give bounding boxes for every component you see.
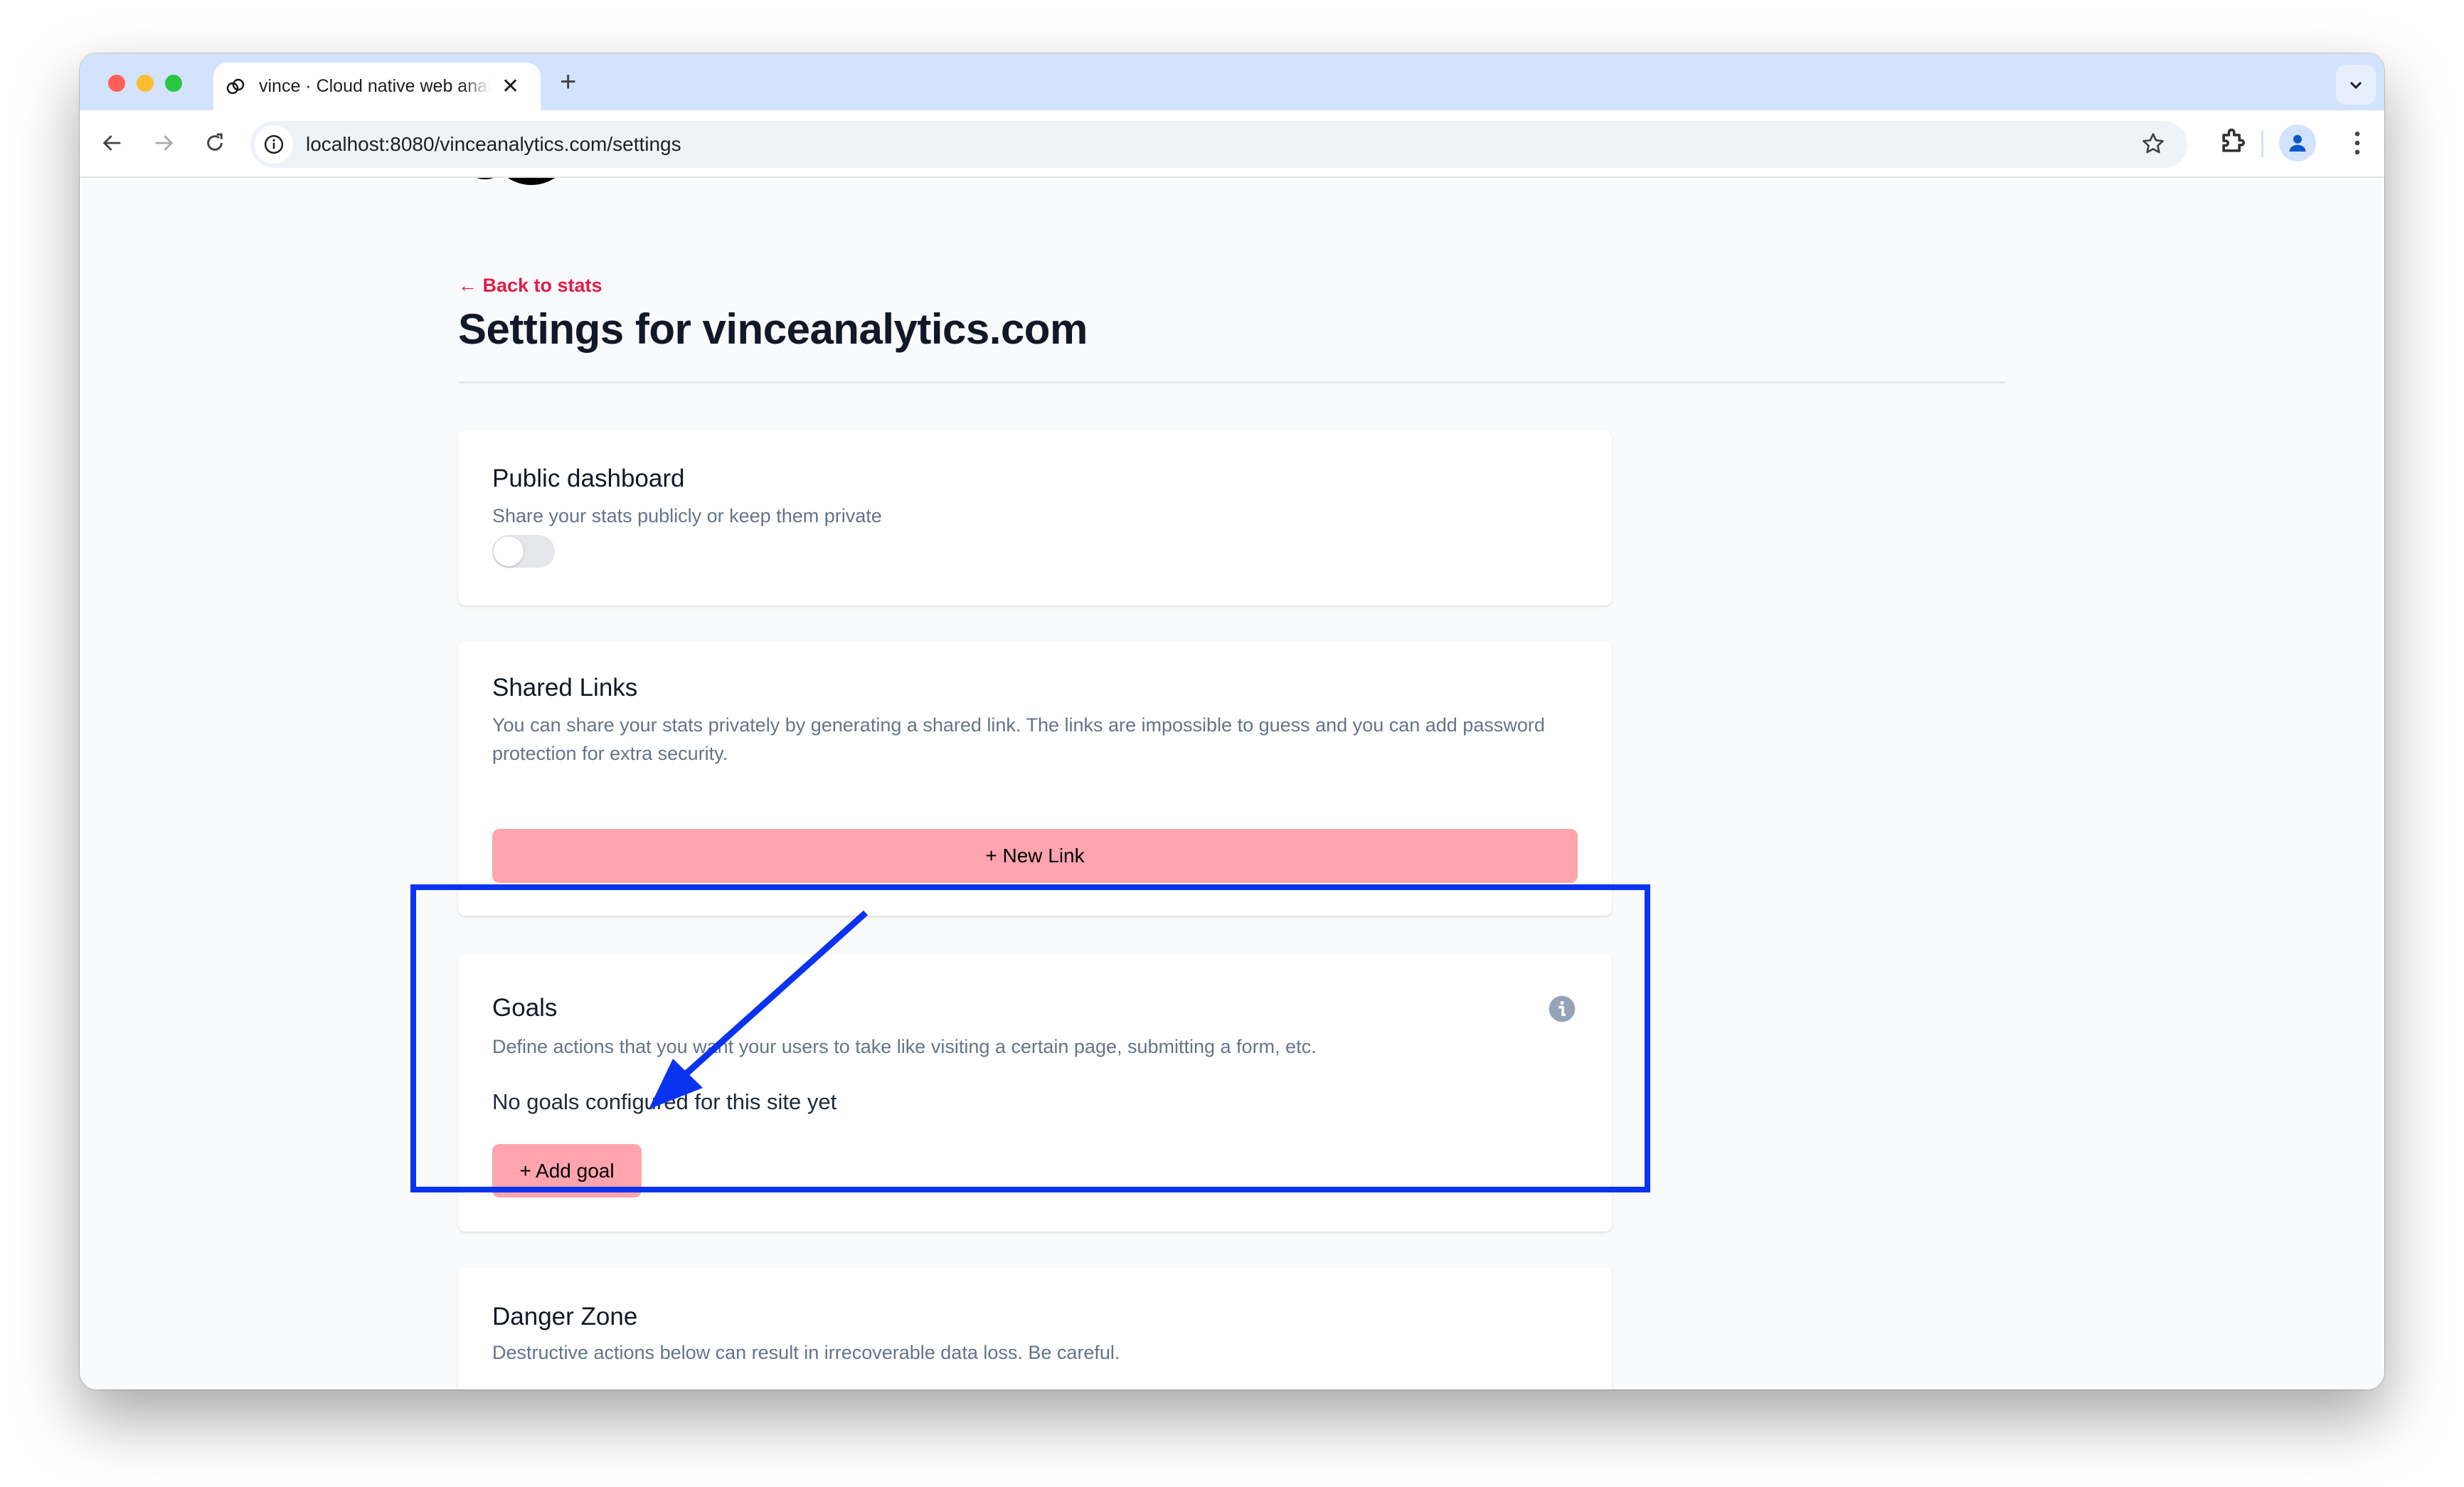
info-icon <box>264 134 284 154</box>
address-bar[interactable]: localhost:8080/vinceanalytics.com/settin… <box>250 121 2187 168</box>
page-content: ← Back to stats Settings for vinceanalyt… <box>80 178 2384 1390</box>
tab-bar: vince · Cloud native web analytics ✕ + <box>80 53 2384 110</box>
goals-description: Define actions that you want your users … <box>492 1036 1317 1057</box>
public-dashboard-toggle[interactable] <box>492 535 555 568</box>
tab-search-button[interactable] <box>2336 65 2376 105</box>
arrow-right-icon <box>155 135 174 151</box>
danger-zone-title: Danger Zone <box>492 1303 638 1330</box>
profile-button[interactable] <box>2279 125 2316 162</box>
vince-logo[interactable] <box>457 178 578 196</box>
minimize-window-button[interactable] <box>137 75 154 92</box>
star-icon <box>2142 133 2164 154</box>
tab-title: vince · Cloud native web analytics <box>259 76 490 96</box>
goals-title: Goals <box>492 994 558 1022</box>
back-to-stats-link[interactable]: ← Back to stats <box>458 275 602 297</box>
kebab-menu-icon <box>2354 131 2360 155</box>
shared-links-card: Shared Links You can share your stats pr… <box>458 641 1612 916</box>
goals-card: Goals Define actions that you want your … <box>458 954 1612 1232</box>
danger-zone-description: Destructive actions below can result in … <box>492 1342 1120 1363</box>
browser-window: vince · Cloud native web analytics ✕ + l… <box>80 53 2384 1390</box>
extensions-icon <box>2222 128 2245 152</box>
reload-icon <box>207 133 223 151</box>
page-title: Settings for vinceanalytics.com <box>458 305 1088 353</box>
new-link-button[interactable]: + New Link <box>492 829 1578 883</box>
toggle-knob <box>494 536 524 566</box>
public-dashboard-description: Share your stats publicly or keep them p… <box>492 505 882 526</box>
danger-zone-card: Danger Zone Destructive actions below ca… <box>458 1267 1612 1390</box>
info-circle-icon[interactable] <box>1548 995 1576 1027</box>
bookmark-button[interactable] <box>2140 131 2166 160</box>
header-divider <box>458 381 2006 383</box>
shared-links-description: You can share your stats privately by ge… <box>492 714 1545 764</box>
reload-button[interactable] <box>198 126 232 160</box>
back-button[interactable] <box>95 126 129 160</box>
browser-menu-button[interactable] <box>2342 127 2373 162</box>
browser-tab[interactable]: vince · Cloud native web analytics ✕ <box>213 63 541 110</box>
extensions-button[interactable] <box>2217 126 2248 161</box>
public-dashboard-card: Public dashboard Share your stats public… <box>458 430 1612 605</box>
profile-icon <box>2289 134 2306 152</box>
close-window-button[interactable] <box>108 75 125 92</box>
site-info-button[interactable] <box>255 125 293 164</box>
url-text[interactable]: localhost:8080/vinceanalytics.com/settin… <box>306 133 681 156</box>
chevron-down-icon <box>2349 81 2362 90</box>
public-dashboard-title: Public dashboard <box>492 465 685 492</box>
goals-empty-message: No goals configured for this site yet <box>492 1089 837 1114</box>
maximize-window-button[interactable] <box>165 75 182 92</box>
arrow-left-icon <box>102 135 121 151</box>
forward-button[interactable] <box>147 126 181 160</box>
toolbar-divider <box>2261 130 2263 157</box>
add-goal-button[interactable]: + Add goal <box>492 1144 642 1197</box>
plus-icon[interactable]: + <box>560 68 576 96</box>
vince-logo-icon <box>225 76 246 97</box>
close-icon[interactable]: ✕ <box>501 75 519 97</box>
browser-toolbar: localhost:8080/vinceanalytics.com/settin… <box>80 110 2384 178</box>
shared-links-title: Shared Links <box>492 674 638 702</box>
